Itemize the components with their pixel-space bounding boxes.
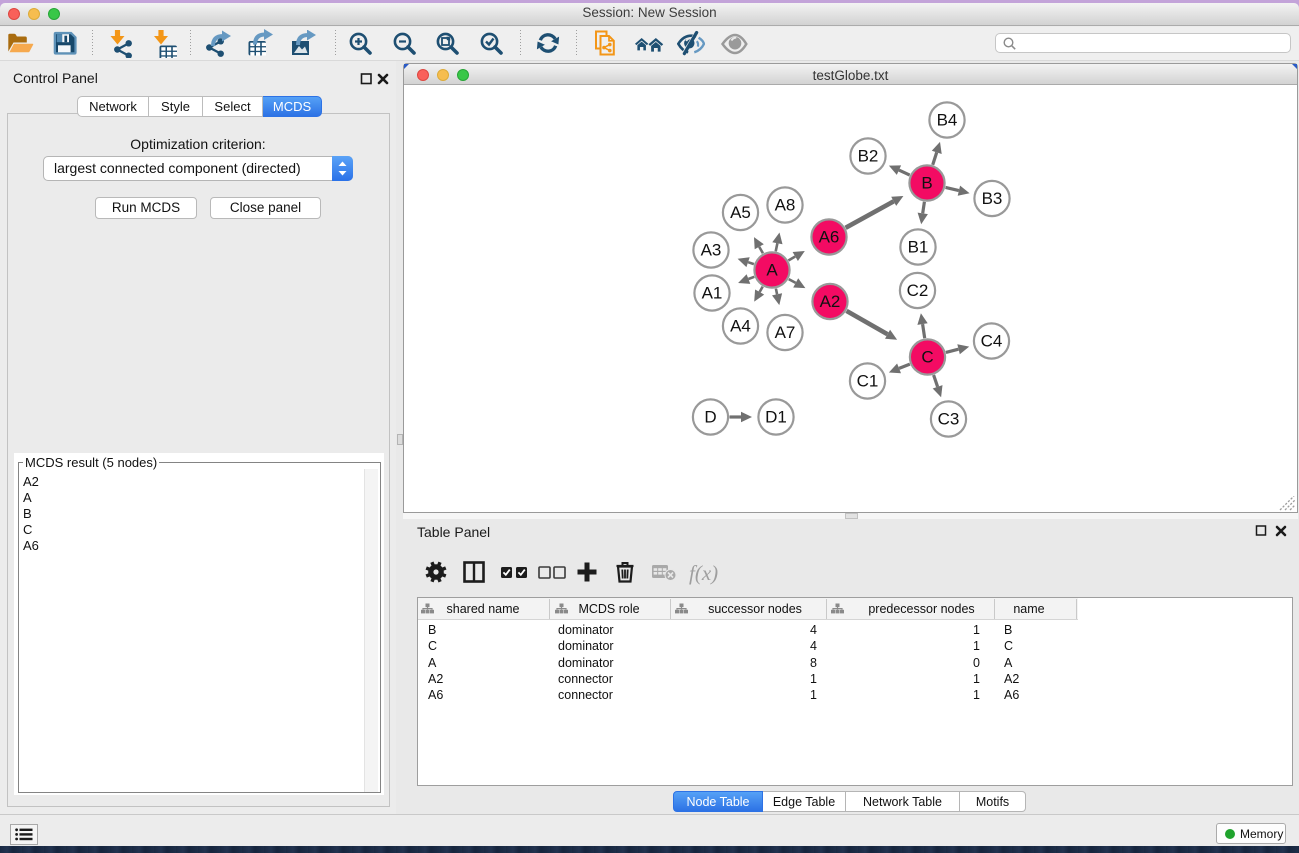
svg-text:A: A: [766, 261, 778, 280]
svg-text:C: C: [921, 348, 933, 367]
svg-text:D: D: [704, 408, 716, 427]
svg-text:A6: A6: [819, 228, 840, 247]
svg-text:C2: C2: [907, 281, 929, 300]
svg-text:A2: A2: [820, 292, 841, 311]
svg-text:B: B: [921, 174, 932, 193]
svg-text:A8: A8: [775, 196, 796, 215]
svg-text:C4: C4: [981, 332, 1003, 351]
svg-text:A3: A3: [701, 241, 722, 260]
svg-text:A1: A1: [702, 284, 723, 303]
svg-text:B2: B2: [858, 147, 879, 166]
svg-text:B4: B4: [937, 111, 958, 130]
svg-text:B3: B3: [982, 189, 1003, 208]
svg-text:A4: A4: [730, 317, 751, 336]
svg-text:A7: A7: [775, 323, 796, 342]
svg-text:C3: C3: [938, 410, 960, 429]
svg-text:B1: B1: [908, 238, 929, 257]
svg-text:D1: D1: [765, 408, 787, 427]
svg-text:C1: C1: [857, 372, 879, 391]
svg-text:A5: A5: [730, 203, 751, 222]
